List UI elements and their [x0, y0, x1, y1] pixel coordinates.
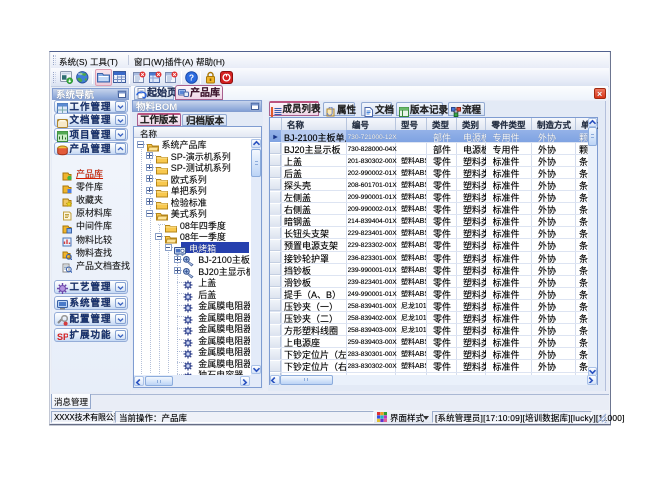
svg-text:SP: SP [57, 332, 68, 342]
svg-text:?: ? [189, 73, 194, 83]
